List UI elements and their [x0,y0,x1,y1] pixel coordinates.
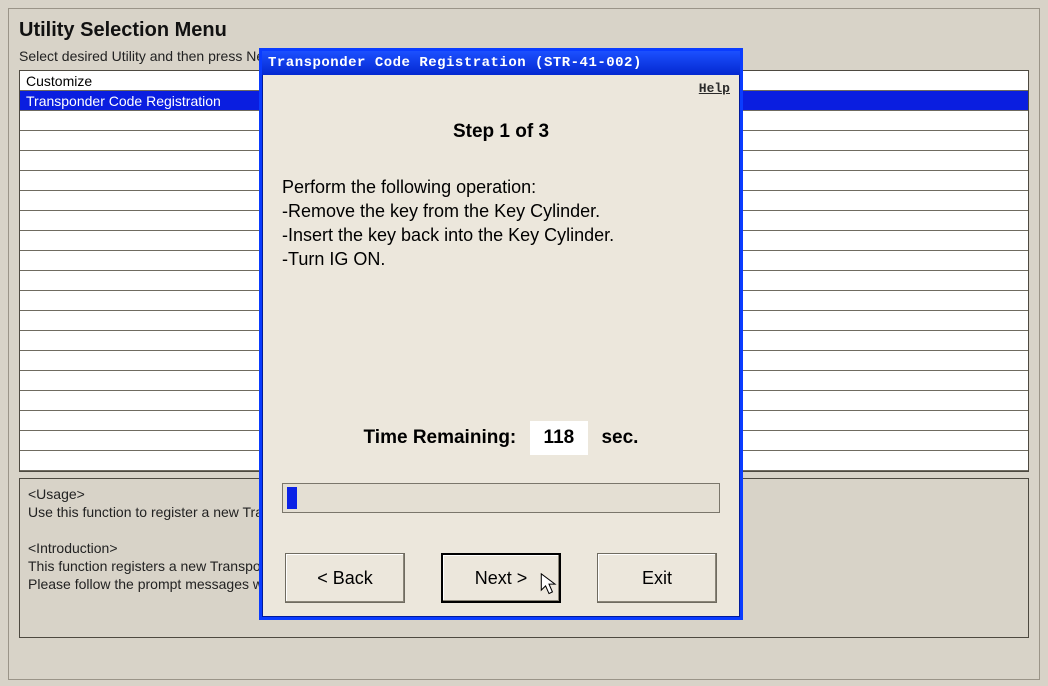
transponder-registration-dialog: Transponder Code Registration (STR-41-00… [259,48,743,620]
time-remaining-value: 118 [530,421,589,455]
step-label: Step 1 of 3 [262,121,740,143]
instructions-text: Perform the following operation: -Remove… [282,175,720,271]
dialog-button-row: < Back Next > Exit [262,553,740,603]
progress-fill [287,487,297,509]
progress-bar [282,483,720,513]
next-button[interactable]: Next > [441,553,561,603]
help-link[interactable]: Help [699,81,730,96]
time-remaining-row: Time Remaining: 118 sec. [262,421,740,455]
dialog-title: Transponder Code Registration (STR-41-00… [268,55,642,71]
exit-button[interactable]: Exit [597,553,717,603]
time-remaining-label: Time Remaining: [364,427,517,448]
time-remaining-unit: sec. [601,427,638,448]
page-title: Utility Selection Menu [19,19,1031,42]
back-button[interactable]: < Back [285,553,405,603]
dialog-titlebar[interactable]: Transponder Code Registration (STR-41-00… [262,51,740,75]
